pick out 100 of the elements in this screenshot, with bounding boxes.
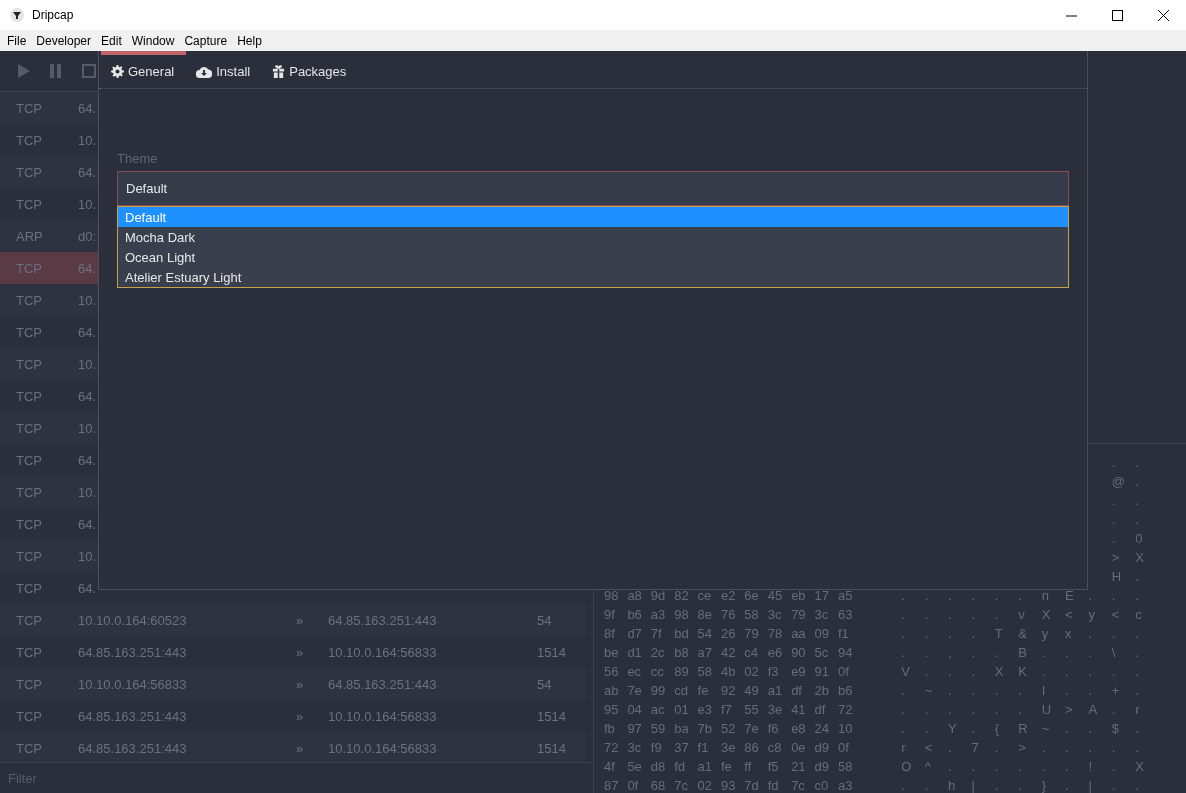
ascii-char: .: [1041, 759, 1047, 774]
protocol-cell-text: TCP: [15, 164, 43, 180]
close-icon: [1157, 9, 1169, 21]
hex-byte: 7b: [697, 721, 714, 736]
theme-label: Theme: [117, 151, 159, 166]
source-cell: 10.: [78, 196, 97, 212]
ascii-char: .: [1135, 664, 1140, 679]
app-icon: [10, 8, 24, 22]
ascii-char: .: [901, 607, 906, 622]
protocol-cell-text: TCP: [15, 196, 43, 212]
hex-byte: ab: [604, 683, 620, 698]
hex-byte: c4: [744, 645, 760, 660]
hex-byte: fb: [604, 721, 616, 736]
ascii-char: .: [1088, 588, 1094, 603]
menu-item[interactable]: Developer: [31, 31, 97, 50]
ascii-char: {: [994, 721, 1001, 736]
ascii-char: .: [901, 626, 906, 641]
source-cell: 64.: [78, 580, 97, 596]
protocol-cell-text: TCP: [15, 548, 43, 564]
ascii-char: .: [994, 759, 1000, 774]
ascii-char: y: [1041, 626, 1050, 641]
protocol-cell-text: TCP: [15, 740, 43, 756]
source-cell-text: 64.85.163.251:443: [78, 708, 188, 724]
ascii-char: .: [1111, 759, 1117, 774]
ascii-char: ~: [924, 683, 934, 698]
ascii-char: .: [1088, 683, 1094, 698]
protocol-cell-text: TCP: [15, 420, 43, 436]
hex-byte: fd: [767, 778, 780, 793]
hex-byte: f7: [720, 702, 733, 717]
theme-option[interactable]: Mocha Dark: [118, 227, 1068, 247]
settings-tab[interactable]: General: [101, 51, 187, 88]
settings-tab[interactable]: Install: [186, 51, 263, 88]
ascii-char: T: [994, 626, 1004, 641]
play-icon: [18, 64, 30, 78]
theme-select[interactable]: Default: [117, 171, 1069, 206]
menu-item[interactable]: Capture: [179, 31, 233, 50]
ascii-char: .: [1111, 778, 1117, 793]
ascii-char: c: [1135, 607, 1143, 622]
ascii-char: X: [1135, 759, 1145, 774]
hex-byte: 9d: [650, 588, 667, 603]
ascii-char: .: [1041, 740, 1047, 755]
ascii-char: .: [1135, 455, 1140, 470]
direction-arrow: »: [296, 644, 305, 660]
ascii-char: .: [924, 588, 930, 603]
ascii-char: .: [1018, 759, 1023, 774]
menu-item[interactable]: File: [2, 31, 32, 50]
ascii-char: .: [1111, 740, 1117, 755]
ascii-char: .: [971, 683, 977, 698]
hex-byte: 45: [767, 588, 784, 603]
ascii-char: h: [948, 778, 957, 793]
ascii-char: .: [994, 702, 1000, 717]
hex-byte: f1: [837, 626, 850, 641]
direction-arrow: »: [296, 676, 305, 692]
hex-byte: 7e: [627, 683, 643, 698]
source-cell: 10.: [78, 484, 97, 500]
hex-byte: cc: [650, 664, 665, 679]
protocol-cell-text: ARP: [15, 228, 44, 244]
ascii-char: &: [1018, 626, 1028, 641]
menu-item[interactable]: Help: [232, 31, 267, 50]
ascii-char: E: [1065, 588, 1075, 603]
hex-byte: 02: [744, 664, 760, 679]
theme-option[interactable]: Ocean Light: [118, 247, 1068, 267]
direction-arrow: »: [296, 612, 305, 628]
menu-item[interactable]: Edit: [96, 31, 127, 50]
ascii-char: y: [1088, 607, 1096, 622]
ascii-char: .: [1111, 664, 1117, 679]
ascii-char: .: [1135, 740, 1140, 755]
source-cell: d0:: [78, 228, 97, 244]
destination-cell-text: 10.10.0.164:56833: [328, 740, 438, 756]
ascii-char: .: [1135, 645, 1140, 660]
ascii-char: >: [1018, 740, 1027, 755]
hex-byte: 68: [650, 778, 667, 793]
protocol-cell-text: TCP: [15, 516, 43, 532]
hex-byte: 91: [814, 664, 830, 679]
ascii-char: .: [1065, 759, 1070, 774]
settings-tab[interactable]: Packages: [262, 51, 359, 88]
ascii-char: |: [971, 778, 976, 793]
hex-byte: 17: [814, 588, 830, 603]
ascii-char: .: [1111, 702, 1117, 717]
hex-byte: d7: [627, 626, 643, 641]
hex-byte: 3c: [767, 607, 783, 622]
hex-byte: 3e: [720, 740, 737, 755]
hex-byte: a5: [837, 588, 854, 603]
ascii-char: .: [1088, 664, 1094, 679]
ascii-char: ,: [948, 645, 953, 660]
ascii-char: X: [1135, 550, 1145, 565]
protocol-cell-text: TCP: [15, 580, 43, 596]
ascii-char: .: [971, 664, 977, 679]
hex-byte: 79: [744, 626, 760, 641]
ascii-char: I: [1041, 683, 1047, 698]
ascii-char: U: [1041, 702, 1053, 717]
ascii-char: .: [948, 740, 953, 755]
ascii-char: .: [948, 588, 953, 603]
hex-byte: 98: [674, 607, 690, 622]
theme-option[interactable]: Atelier Estuary Light: [118, 267, 1068, 287]
ascii-char: x: [1065, 626, 1073, 641]
hex-byte: fd: [674, 759, 686, 774]
ascii-char: .: [924, 626, 930, 641]
menu-item[interactable]: Window: [126, 31, 180, 50]
hex-byte: ba: [674, 721, 690, 736]
